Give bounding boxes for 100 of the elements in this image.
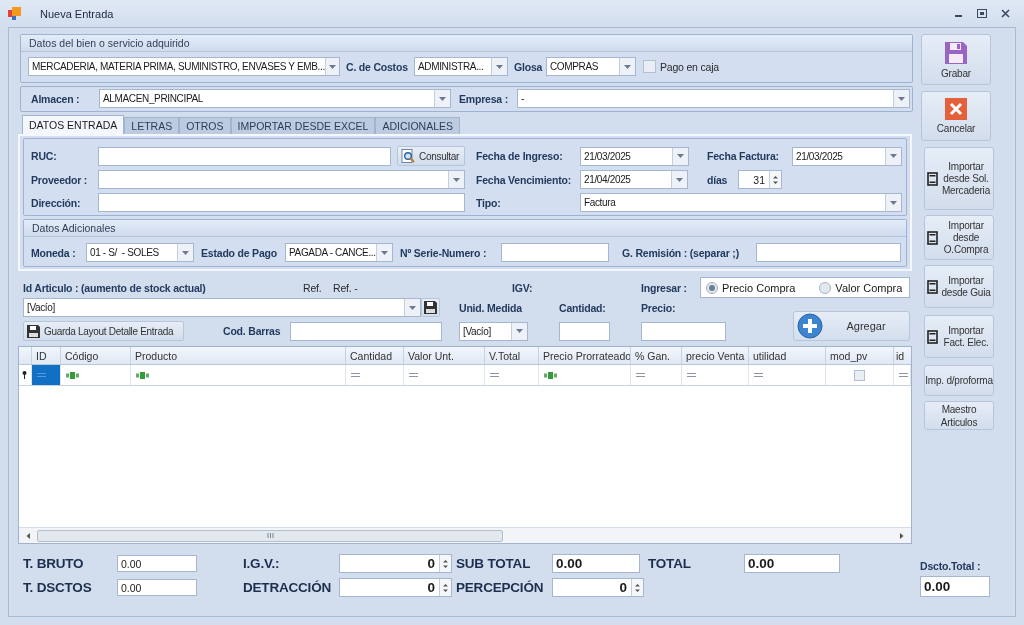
ruc-field[interactable]: [98, 146, 391, 166]
restore-icon[interactable]: [977, 9, 987, 18]
window-icon: [927, 171, 938, 186]
side-button[interactable]: Maestro Articulos: [924, 401, 994, 430]
tab[interactable]: OTROS: [179, 117, 231, 134]
field-label: Nº Serie-Numero :: [400, 246, 488, 259]
side-button[interactable]: Importar desde O.Compra: [924, 215, 994, 260]
column-header[interactable]: id: [894, 347, 911, 364]
tab[interactable]: ADICIONALES: [375, 117, 460, 134]
field-label: T. DSCTOS: [23, 580, 93, 595]
series-number-field[interactable]: [501, 243, 609, 262]
remission-guide-field[interactable]: [756, 243, 901, 262]
floppy-icon: [424, 301, 437, 314]
close-icon[interactable]: [1001, 9, 1010, 18]
window-icon: [927, 279, 938, 294]
discount-field[interactable]: 0.00: [117, 579, 197, 596]
perception-spinner[interactable]: 0: [552, 578, 644, 597]
tab[interactable]: DATOS ENTRADA: [22, 115, 125, 134]
caret-icon: [439, 96, 446, 101]
quantity-field[interactable]: [559, 321, 610, 341]
floppy-icon: [944, 40, 968, 65]
warehouse-dropdown[interactable]: ALMACEN_PRINCIPAL: [99, 89, 451, 108]
unit-dropdown[interactable]: [Vacío]: [459, 321, 528, 341]
column-header[interactable]: Precio Prorrateado: [539, 347, 631, 364]
radio-label[interactable]: Valor Compra: [835, 281, 903, 294]
tab[interactable]: LETRAS: [124, 117, 180, 134]
detraction-spinner[interactable]: 0: [339, 578, 452, 597]
add-button[interactable]: Agregar: [793, 311, 910, 341]
consult-button[interactable]: Consultar: [397, 146, 465, 166]
invoice-date-picker[interactable]: 21/03/2025: [792, 146, 902, 166]
radio-button[interactable]: [706, 281, 718, 294]
subtotal-field[interactable]: 0.00: [552, 554, 640, 573]
column-header[interactable]: Cantidad: [346, 347, 404, 364]
field-label: Tipo:: [476, 196, 502, 209]
discount-total-field[interactable]: 0.00: [920, 576, 990, 597]
side-button[interactable]: Importar Fact. Elec.: [924, 315, 994, 358]
column-header[interactable]: Valor Unt.: [404, 347, 485, 364]
checkbox[interactable]: [643, 60, 656, 73]
radio-label[interactable]: Precio Compra: [722, 281, 796, 294]
gross-field[interactable]: 0.00: [117, 555, 197, 572]
checkbox[interactable]: [854, 369, 865, 381]
gloss-dropdown[interactable]: COMPRAS: [546, 57, 636, 76]
entry-date-picker[interactable]: 21/03/2025: [580, 146, 689, 166]
payment-status-dropdown[interactable]: PAGADA - CANCE...: [285, 243, 393, 262]
column-header[interactable]: % Gan.: [631, 347, 682, 364]
barcode-field[interactable]: [290, 321, 442, 341]
total-field[interactable]: 0.00: [744, 554, 840, 573]
horizontal-scrollbar[interactable]: [19, 527, 911, 543]
cost-center-dropdown[interactable]: ADMINISTRA...: [414, 57, 508, 76]
save-layout-button[interactable]: [421, 298, 440, 317]
caret-icon: [516, 329, 523, 333]
column-header[interactable]: mod_pv: [826, 347, 894, 364]
side-button[interactable]: Grabar: [921, 34, 991, 85]
group-title: Datos Adicionales: [32, 222, 116, 234]
equals-icon: [37, 373, 46, 377]
tab[interactable]: IMPORTAR DESDE EXCEL: [230, 117, 376, 134]
field-label: Fecha Factura:: [707, 150, 780, 162]
field-label: Ref. -: [333, 281, 359, 294]
scroll-right-icon[interactable]: [897, 531, 905, 540]
currency-dropdown[interactable]: 01 - S/ - SOLES: [86, 243, 194, 262]
radio-button[interactable]: [819, 281, 832, 294]
caret-icon: [496, 64, 503, 69]
company-dropdown[interactable]: -: [517, 89, 910, 108]
scroll-left-icon[interactable]: [25, 531, 33, 540]
column-header[interactable]: Producto: [131, 347, 346, 364]
side-button[interactable]: Importar desde Sol. Mercaderia: [924, 147, 994, 210]
plus-icon: [797, 313, 823, 339]
window-icon: [927, 329, 938, 344]
due-date-picker[interactable]: 21/04/2025: [580, 170, 688, 189]
supplier-dropdown[interactable]: [98, 170, 465, 189]
save-layout-button[interactable]: Guarda Layout Detalle Entrada: [23, 321, 184, 341]
spin-arrows-icon: [443, 558, 448, 569]
equals-icon: [490, 373, 499, 377]
side-button[interactable]: Importar desde Guia: [924, 265, 994, 308]
address-field[interactable]: [98, 193, 465, 212]
side-button[interactable]: Cancelar: [921, 91, 991, 141]
column-header[interactable]: precio Venta: [682, 347, 749, 364]
column-header[interactable]: Código: [61, 347, 131, 364]
days-spinner[interactable]: 31: [738, 170, 782, 189]
column-header[interactable]: ID: [32, 347, 61, 364]
type-dropdown[interactable]: MERCADERIA, MATERIA PRIMA, SUMINISTRO, ENVASES Y EMB...: [28, 57, 340, 76]
side-button[interactable]: Imp. d/proforma: [924, 365, 994, 396]
doc-type-dropdown[interactable]: Factura: [580, 193, 902, 212]
spin-arrows-icon: [443, 582, 448, 593]
equals-icon: [351, 373, 360, 377]
scroll-thumb[interactable]: [37, 529, 503, 542]
spin-arrows-icon: [635, 582, 640, 593]
equals-icon: [687, 373, 696, 377]
article-dropdown[interactable]: [Vacío]: [23, 298, 421, 317]
caret-icon: [677, 154, 684, 158]
field-label: Fecha Vencimiento:: [476, 173, 572, 186]
field-label: Almacen :: [31, 92, 81, 105]
igv-spinner[interactable]: 0: [339, 554, 452, 573]
column-header[interactable]: V.Total: [485, 347, 539, 364]
field-label: Id Articulo : (aumento de stock actual): [23, 281, 207, 294]
field-label: G. Remisión : (separar ;): [622, 246, 740, 259]
column-header[interactable]: utilidad: [749, 347, 826, 364]
field-label: DETRACCIÓN: [243, 580, 332, 595]
price-field[interactable]: [641, 321, 726, 341]
text-type-icon: [136, 371, 149, 379]
